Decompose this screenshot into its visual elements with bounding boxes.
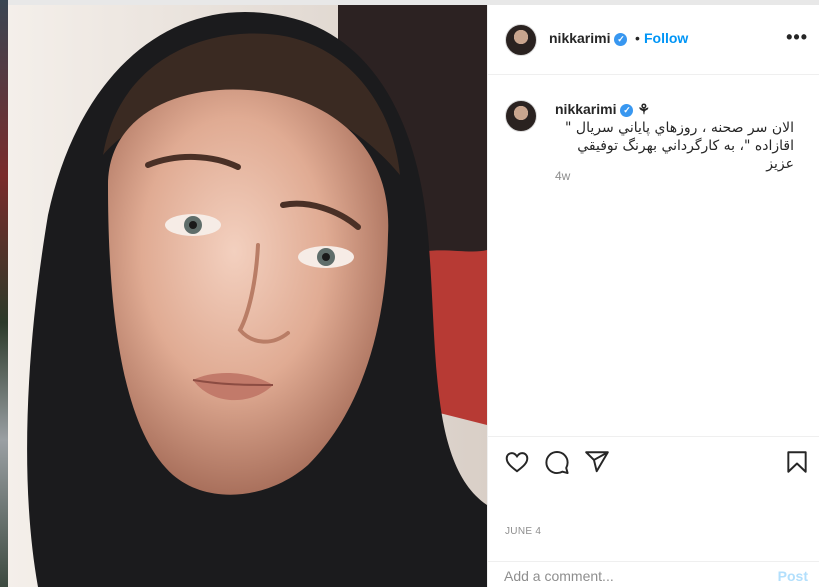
selfie-photo-illustration — [8, 5, 487, 587]
background-page-strip — [0, 0, 8, 587]
verified-icon: ✓ — [620, 104, 634, 117]
share-icon[interactable] — [584, 449, 610, 475]
header-separator: • — [635, 30, 640, 46]
post-date[interactable]: JUNE 4 — [505, 526, 541, 537]
post-header: nikkarimi ✓ • Follow ••• — [488, 5, 819, 75]
caption-username[interactable]: nikkarimi ✓ ⚘ — [555, 101, 650, 118]
header-username-text[interactable]: nikkarimi — [549, 30, 610, 46]
caption-timestamp[interactable]: 4w — [555, 169, 570, 183]
more-options-icon[interactable]: ••• — [786, 27, 808, 48]
post-side-panel: nikkarimi ✓ • Follow ••• nikkarimi ✓ ⚘ الان… — [487, 5, 819, 587]
post-comment-button[interactable]: Post — [778, 568, 808, 584]
comment-icon[interactable] — [544, 449, 570, 475]
caption-username-text[interactable]: nikkarimi — [555, 101, 616, 117]
comment-input[interactable] — [504, 568, 754, 584]
avatar[interactable] — [505, 24, 537, 56]
bookmark-icon[interactable] — [784, 449, 810, 475]
caption-text: الان سر صحنه ، روزهاي پاياني سريال " اقا… — [565, 120, 794, 172]
caption-avatar[interactable] — [505, 100, 537, 132]
flower-emoji: ⚘ — [637, 101, 651, 117]
post-photo[interactable] — [8, 5, 487, 587]
follow-button[interactable]: Follow — [644, 30, 688, 46]
comment-bar: Post — [488, 561, 819, 587]
verified-icon: ✓ — [614, 33, 628, 46]
action-bar — [488, 436, 819, 486]
heart-icon[interactable] — [504, 449, 530, 475]
header-username[interactable]: nikkarimi ✓ — [549, 30, 628, 46]
